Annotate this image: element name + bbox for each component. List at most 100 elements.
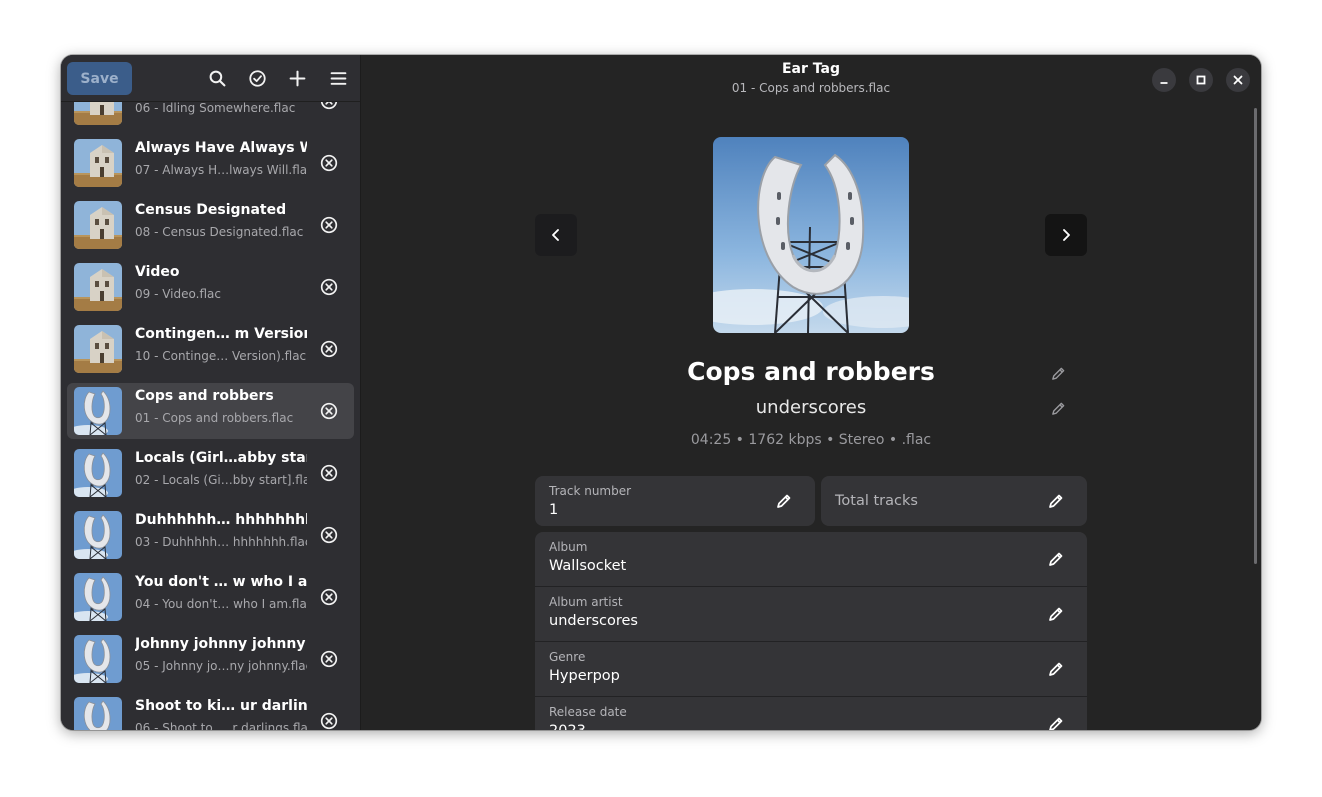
- edit-album-artist-button[interactable]: [1046, 604, 1066, 624]
- album-thumbnail: [74, 201, 122, 249]
- check-circle-icon: [248, 69, 266, 87]
- sidebar: Save 06 - Idling Somewhere.flac Always Ha…: [61, 55, 361, 730]
- album-thumbnail: [74, 263, 122, 311]
- next-file-button[interactable]: [1045, 214, 1087, 256]
- album-artist-field[interactable]: Album artist underscores: [535, 587, 1087, 642]
- remove-file-button[interactable]: [319, 587, 339, 607]
- file-name: 04 - You don't… who I am.flac: [135, 597, 307, 611]
- file-list-row[interactable]: Johnny johnny johnny 05 - Johnny jo…ny jo…: [67, 631, 354, 687]
- remove-file-button[interactable]: [319, 401, 339, 421]
- remove-file-button[interactable]: [319, 649, 339, 669]
- remove-file-button[interactable]: [319, 463, 339, 483]
- file-title: Johnny johnny johnny: [135, 636, 306, 652]
- album-artist-label: Album artist: [549, 595, 623, 609]
- edit-album-button[interactable]: [1046, 549, 1066, 569]
- edit-total-tracks-button[interactable]: [1046, 491, 1066, 511]
- release-date-value[interactable]: 2023: [549, 723, 586, 730]
- remove-file-button[interactable]: [319, 339, 339, 359]
- total-tracks-placeholder[interactable]: Total tracks: [835, 493, 918, 509]
- album-value[interactable]: Wallsocket: [549, 558, 626, 574]
- edit-genre-button[interactable]: [1046, 659, 1066, 679]
- file-list-row[interactable]: Shoot to ki… ur darlings 06 - Shoot to … …: [67, 693, 354, 730]
- maximize-icon: [1196, 75, 1206, 85]
- file-list-row[interactable]: Cops and robbers 01 - Cops and robbers.fl…: [67, 383, 354, 439]
- previous-file-button[interactable]: [535, 214, 577, 256]
- chevron-left-icon: [552, 229, 559, 241]
- file-list-row[interactable]: You don't … w who I am 04 - You don't… wh…: [67, 569, 354, 625]
- track-number-value[interactable]: 1: [549, 502, 558, 518]
- remove-file-button[interactable]: [319, 711, 339, 730]
- save-button[interactable]: Save: [67, 62, 132, 95]
- remove-circle-icon: [320, 216, 338, 234]
- album-thumbnail: [74, 101, 122, 125]
- file-title: Locals (Girl…abby start]: [135, 450, 307, 466]
- total-tracks-field[interactable]: Total tracks: [821, 476, 1087, 526]
- close-button[interactable]: [1226, 68, 1250, 92]
- edit-track-number-button[interactable]: [774, 491, 794, 511]
- remove-circle-icon: [320, 340, 338, 358]
- file-title: Duhhhhhh… hhhhhhhh: [135, 512, 307, 528]
- release-date-field[interactable]: Release date 2023: [535, 697, 1087, 730]
- pencil-icon: [1049, 717, 1063, 730]
- remove-file-button[interactable]: [319, 525, 339, 545]
- remove-file-button[interactable]: [319, 101, 339, 111]
- chevron-right-icon: [1063, 229, 1070, 241]
- scrollbar[interactable]: [1254, 108, 1257, 564]
- remove-circle-icon: [320, 278, 338, 296]
- hamburger-menu-icon: [330, 71, 346, 85]
- file-title: Video: [135, 264, 180, 280]
- select-mode-button[interactable]: [242, 63, 272, 93]
- file-list-row[interactable]: Census Designated 08 - Census Designated.…: [67, 197, 354, 253]
- album-field[interactable]: Album Wallsocket: [535, 532, 1087, 587]
- search-button[interactable]: [202, 63, 232, 93]
- app-window: Save 06 - Idling Somewhere.flac Always Ha…: [61, 55, 1261, 730]
- tag-fields-list: Album Wallsocket Album artist underscore…: [535, 532, 1087, 730]
- file-name: 07 - Always H…lways Will.flac: [135, 163, 307, 177]
- pencil-icon: [1049, 662, 1063, 676]
- file-name: 06 - Shoot to … r darlings.flac: [135, 721, 307, 730]
- release-date-label: Release date: [549, 705, 627, 719]
- album-cover-art: [713, 137, 909, 333]
- maximize-button[interactable]: [1189, 68, 1213, 92]
- edit-title-button[interactable]: [1049, 364, 1067, 382]
- file-title: Always Have Always Will: [135, 140, 307, 156]
- remove-file-button[interactable]: [319, 153, 339, 173]
- file-list-row[interactable]: Locals (Girl…abby start] 02 - Locals (Gi……: [67, 445, 354, 501]
- album-thumbnail: [74, 511, 122, 559]
- file-title: Contingen… m Version): [135, 326, 307, 342]
- file-list[interactable]: 06 - Idling Somewhere.flac Always Have Al…: [61, 101, 360, 730]
- file-list-row[interactable]: Always Have Always Will 07 - Always H…lwa…: [67, 135, 354, 191]
- file-name: 03 - Duhhhhh… hhhhhhh.flac: [135, 535, 307, 549]
- remove-circle-icon: [320, 712, 338, 730]
- pencil-icon: [1051, 402, 1064, 415]
- file-list-row[interactable]: Duhhhhhh… hhhhhhhh 03 - Duhhhhh… hhhhhhh.…: [67, 507, 354, 563]
- remove-circle-icon: [320, 588, 338, 606]
- pencil-icon: [1049, 552, 1063, 566]
- genre-value[interactable]: Hyperpop: [549, 668, 620, 684]
- album-artist-value[interactable]: underscores: [549, 613, 638, 629]
- album-thumbnail: [74, 325, 122, 373]
- genre-field[interactable]: Genre Hyperpop: [535, 642, 1087, 697]
- remove-file-button[interactable]: [319, 215, 339, 235]
- album-thumbnail: [74, 139, 122, 187]
- edit-artist-button[interactable]: [1049, 399, 1067, 417]
- remove-circle-icon: [320, 154, 338, 172]
- file-title: You don't … w who I am: [135, 574, 307, 590]
- file-name: 09 - Video.flac: [135, 287, 221, 301]
- edit-release-date-button[interactable]: [1046, 714, 1066, 730]
- remove-file-button[interactable]: [319, 277, 339, 297]
- minimize-icon: [1160, 82, 1168, 84]
- file-list-row[interactable]: Contingen… m Version) 10 - Continge… Vers…: [67, 321, 354, 377]
- file-list-row[interactable]: 06 - Idling Somewhere.flac: [67, 101, 354, 129]
- file-title: Shoot to ki… ur darlings: [135, 698, 307, 714]
- file-title: Census Designated: [135, 202, 287, 218]
- album-thumbnail: [74, 697, 122, 730]
- main-menu-button[interactable]: [323, 63, 353, 93]
- track-number-field[interactable]: Track number 1: [535, 476, 815, 526]
- track-properties: 04:25 • 1762 kbps • Stereo • .flac: [690, 432, 932, 448]
- file-list-row[interactable]: Video 09 - Video.flac: [67, 259, 354, 315]
- window-subtitle: 01 - Cops and robbers.flac: [731, 81, 891, 95]
- minimize-button[interactable]: [1152, 68, 1176, 92]
- add-file-button[interactable]: [282, 63, 312, 93]
- album-cover[interactable]: [713, 137, 909, 333]
